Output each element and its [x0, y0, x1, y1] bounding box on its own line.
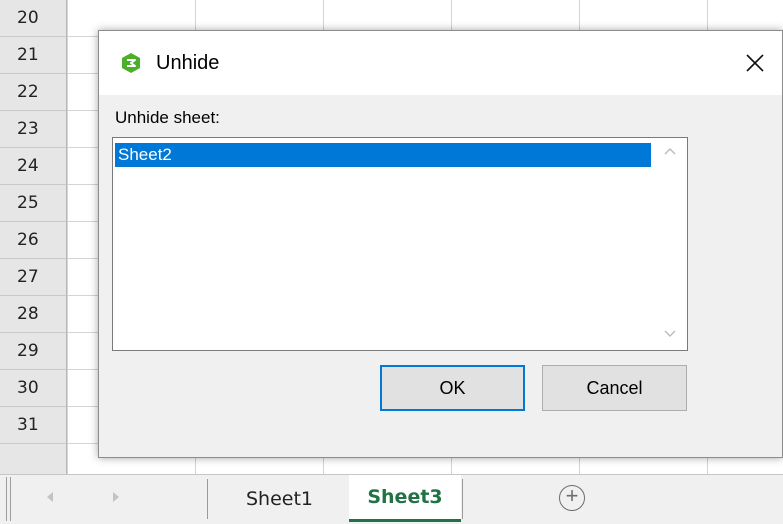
- sheet-tab-bar: Sheet1 Sheet3 +: [0, 474, 783, 524]
- scroll-tabs-right-icon[interactable]: [104, 485, 128, 509]
- row-header[interactable]: 30: [0, 370, 66, 407]
- list-item-sheet2[interactable]: Sheet2: [115, 143, 651, 167]
- add-sheet-icon[interactable]: +: [559, 485, 585, 511]
- row-header[interactable]: 28: [0, 296, 66, 333]
- unhide-dialog: Unhide Unhide sheet: Sheet2 OK Cancel: [98, 30, 783, 458]
- cancel-button[interactable]: Cancel: [542, 365, 687, 411]
- unhide-sheet-label: Unhide sheet:: [115, 108, 220, 127]
- row-header[interactable]: 23: [0, 111, 66, 148]
- close-button[interactable]: [728, 42, 782, 84]
- row-header[interactable]: 26: [0, 222, 66, 259]
- scroll-up-icon[interactable]: [661, 143, 679, 161]
- row-header[interactable]: 27: [0, 259, 66, 296]
- tab-separator: [207, 479, 208, 519]
- scroll-tabs-left-icon[interactable]: [38, 485, 62, 509]
- row-header[interactable]: 22: [0, 74, 66, 111]
- row-header[interactable]: 20: [0, 0, 66, 37]
- list-scrollbar[interactable]: [653, 138, 687, 350]
- tab-sheet1[interactable]: Sheet1: [213, 475, 346, 522]
- tab-sheet3[interactable]: Sheet3: [349, 475, 461, 522]
- sheet-list[interactable]: Sheet2: [112, 137, 688, 351]
- ok-button[interactable]: OK: [380, 365, 525, 411]
- tab-bar-edge: [6, 477, 11, 521]
- row-header[interactable]: 25: [0, 185, 66, 222]
- close-icon: [746, 54, 764, 72]
- dialog-titlebar[interactable]: Unhide: [99, 31, 782, 95]
- tab-separator: [462, 479, 463, 519]
- row-header[interactable]: 24: [0, 148, 66, 185]
- row-header[interactable]: 21: [0, 37, 66, 74]
- row-header[interactable]: 29: [0, 333, 66, 370]
- row-header[interactable]: 31: [0, 407, 66, 444]
- scroll-down-icon[interactable]: [661, 324, 679, 342]
- row-headers: 20 21 22 23 24 25 26 27 28 29 30 31: [0, 0, 67, 474]
- dialog-title: Unhide: [156, 52, 220, 74]
- wps-spreadsheet-icon: [122, 53, 140, 73]
